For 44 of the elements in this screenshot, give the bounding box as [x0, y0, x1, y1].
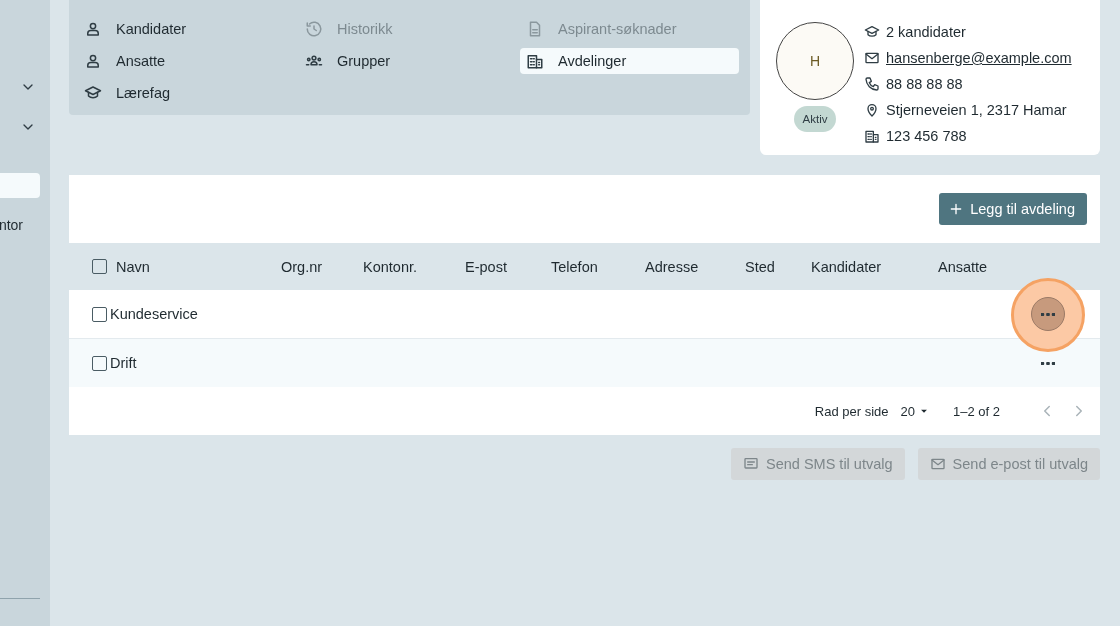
column-header[interactable]: Ansatte [938, 258, 988, 275]
column-header[interactable]: Kontonr. [363, 258, 417, 275]
detail-text: 88 88 88 88 [886, 76, 963, 92]
column-header[interactable]: Navn [116, 258, 150, 275]
column-header[interactable]: Org.nr [281, 258, 323, 275]
person-icon [84, 52, 102, 70]
person-icon [84, 20, 102, 38]
status-badge: Aktiv [793, 106, 837, 132]
nav-tab[interactable]: Grupper [299, 48, 518, 74]
checkbox[interactable] [92, 355, 107, 371]
mail-icon [864, 50, 880, 66]
column-header[interactable]: E-post [465, 258, 507, 275]
mail-icon [929, 456, 946, 472]
detail-text: Stjerneveien 1, 2317 Hamar [886, 102, 1067, 118]
more-icon [1041, 361, 1055, 365]
detail-text: 123 456 788 [886, 128, 967, 144]
checkbox[interactable] [92, 259, 107, 274]
more-icon [1041, 312, 1055, 316]
history-icon [305, 20, 323, 38]
column-header[interactable]: Sted [745, 258, 775, 275]
rows-per-page-label: Rad per side [814, 403, 889, 419]
nav-tab[interactable]: Kandidater [78, 16, 297, 42]
avatar: H [776, 22, 854, 100]
checkbox[interactable] [92, 306, 107, 322]
location-pin-icon [864, 102, 880, 118]
column-header[interactable]: Telefon [551, 258, 598, 275]
nav-tab[interactable]: Lærefag [78, 80, 297, 106]
table-cell: Drift [110, 355, 137, 371]
message-icon [743, 456, 760, 472]
column-header[interactable]: Kandidater [811, 258, 882, 275]
rows-per-page-select[interactable]: 20 [900, 403, 931, 419]
add-department-button[interactable]: Legg til avdeling [939, 193, 1087, 225]
detail-text: 2 kandidater [886, 24, 966, 40]
building-icon [864, 128, 880, 144]
sidebar-item[interactable]: ntor [0, 213, 23, 238]
email-link[interactable]: hansenberge@example.com [886, 50, 1072, 66]
building-icon [526, 52, 544, 70]
nav-tab[interactable]: Avdelinger [520, 48, 739, 74]
page-range: 1–2 of 2 [953, 403, 1000, 419]
table-cell: Kundeservice [110, 306, 198, 322]
nav-tab[interactable]: Ansatte [78, 48, 297, 74]
phone-icon [864, 76, 880, 92]
graduation-cap-icon [864, 24, 880, 40]
column-header[interactable]: Adresse [645, 258, 699, 275]
